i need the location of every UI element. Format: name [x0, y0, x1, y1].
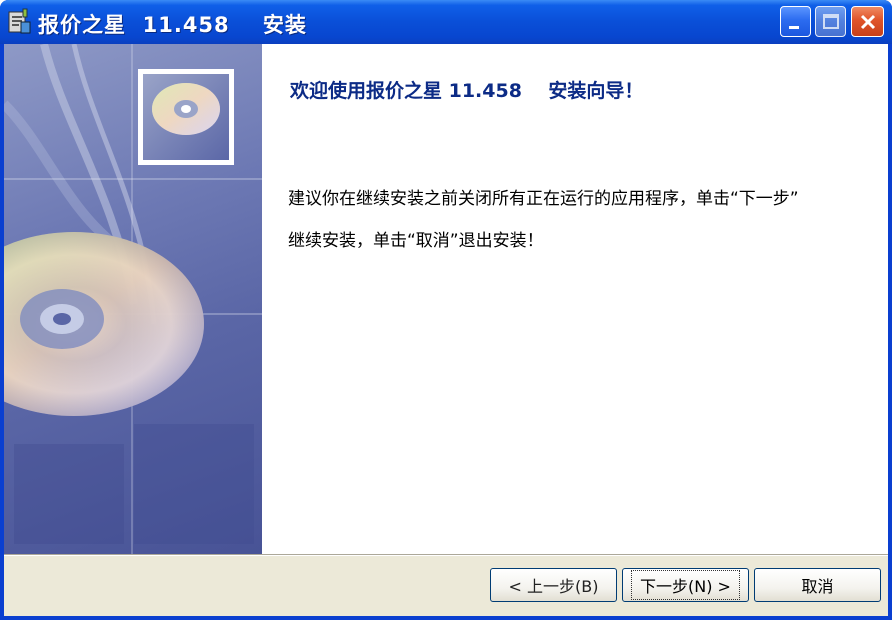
cancel-button-label: 取消 [801, 577, 834, 596]
window-title: 报价之星 11.458 安装 [38, 13, 307, 37]
maximize-icon [823, 14, 839, 29]
title-bar[interactable]: 报价之星 11.458 安装 [0, 0, 892, 44]
close-button[interactable] [851, 6, 884, 37]
back-button-label: < 上一步(B) [508, 577, 599, 596]
instruction-text-line-1: 建议你在继续安装之前关闭所有正在运行的应用程序，单击“下一步” [288, 189, 799, 209]
welcome-heading: 欢迎使用报价之星 11.458 安装向导！ [290, 80, 644, 102]
cancel-button[interactable]: 取消 [754, 568, 881, 602]
installer-window: 报价之星 11.458 安装 欢迎使用报价之星 11.458 安装向导！ 建议你… [0, 0, 892, 620]
installer-icon [6, 8, 32, 36]
wizard-client-area: 欢迎使用报价之星 11.458 安装向导！ 建议你在继续安装之前关闭所有正在运行… [4, 44, 888, 616]
close-icon [860, 14, 876, 30]
next-button-label: 下一步(N) > [631, 570, 740, 600]
next-button[interactable]: 下一步(N) > [622, 568, 749, 602]
maximize-button[interactable] [815, 6, 846, 37]
button-separator [4, 554, 888, 556]
minimize-icon [789, 26, 799, 29]
instruction-text-line-2: 继续安装，单击“取消”退出安装！ [288, 231, 544, 251]
back-button[interactable]: < 上一步(B) [490, 568, 617, 602]
minimize-button[interactable] [780, 6, 811, 37]
cd-disc-icon [138, 69, 234, 165]
wizard-content: 欢迎使用报价之星 11.458 安装向导！ 建议你在继续安装之前关闭所有正在运行… [262, 44, 888, 554]
wizard-banner-image [4, 44, 262, 554]
